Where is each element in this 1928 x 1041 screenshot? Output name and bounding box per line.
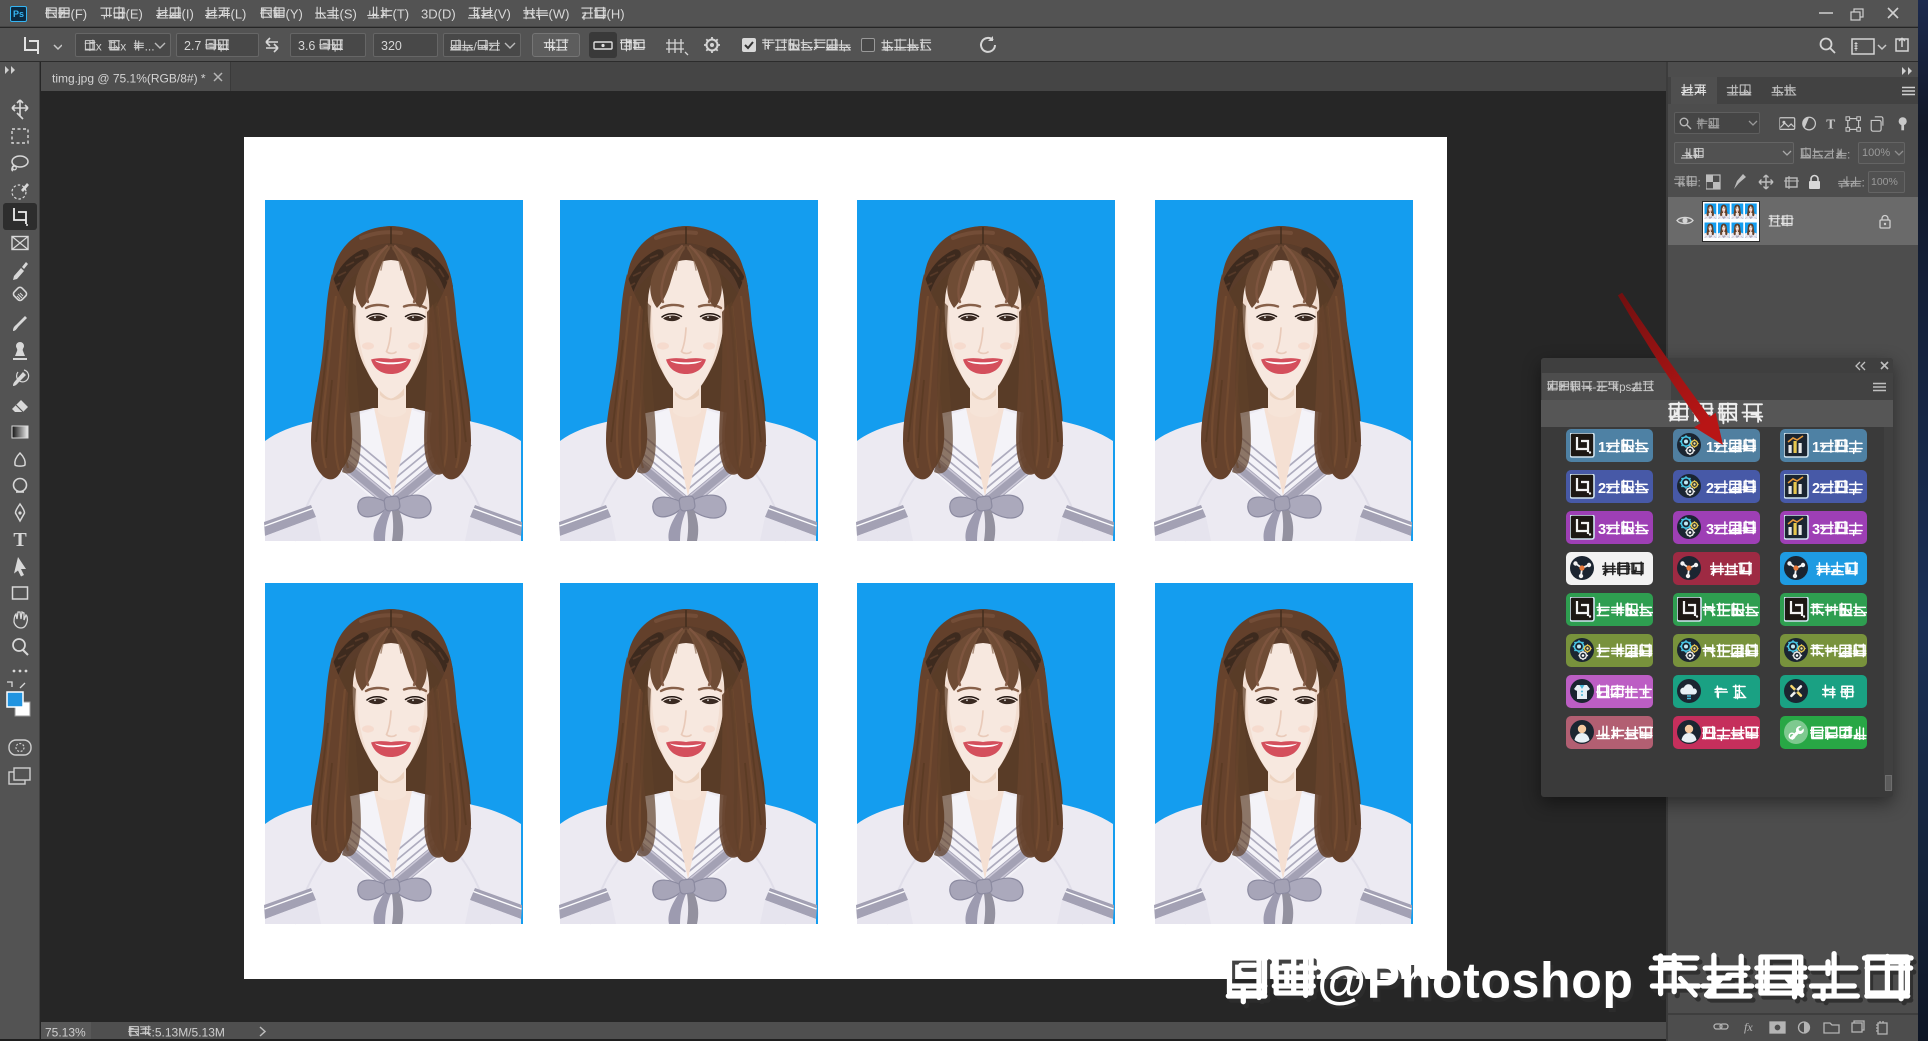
svg-text:3: 3 xyxy=(1598,522,1606,537)
svg-text:-: - xyxy=(1593,381,1597,393)
svg-text:timg.jpg @ 75.1%(RGB/8#) *: timg.jpg @ 75.1%(RGB/8#) * xyxy=(52,71,206,85)
svg-text:x: x xyxy=(120,39,126,53)
svg-text:/: / xyxy=(474,39,478,53)
svg-text:(W): (W) xyxy=(549,6,570,21)
svg-text:T: T xyxy=(13,529,27,551)
svg-text:2: 2 xyxy=(1598,481,1606,496)
svg-text:3: 3 xyxy=(1812,522,1820,537)
svg-text:(H): (H) xyxy=(607,6,625,21)
svg-text:1: 1 xyxy=(1812,440,1820,455)
svg-text::: : xyxy=(1847,147,1850,161)
svg-text:3.6: 3.6 xyxy=(298,39,315,53)
svg-text:3: 3 xyxy=(1706,522,1714,537)
svg-text:320: 320 xyxy=(381,39,402,53)
svg-text:(Y): (Y) xyxy=(286,6,303,21)
svg-text:2: 2 xyxy=(1812,481,1820,496)
svg-text:(E): (E) xyxy=(126,6,143,21)
svg-text:@Photoshop: @Photoshop xyxy=(1317,953,1633,1009)
svg-text:T: T xyxy=(1826,117,1835,132)
svg-text:2.7: 2.7 xyxy=(184,39,201,53)
svg-text:(F): (F) xyxy=(71,6,88,21)
svg-text:(L): (L) xyxy=(231,6,247,21)
svg-text::: : xyxy=(1862,175,1865,189)
svg-text:(V): (V) xyxy=(494,6,511,21)
svg-text:75.13%: 75.13% xyxy=(45,1025,86,1039)
svg-text:(I): (I) xyxy=(182,6,194,21)
svg-text:x: x xyxy=(96,39,102,53)
svg-text:3D(D): 3D(D) xyxy=(421,6,456,21)
svg-text:(T): (T) xyxy=(393,6,410,21)
svg-text:(S): (S) xyxy=(340,6,357,21)
svg-text::5.13M/5.13M: :5.13M/5.13M xyxy=(152,1025,225,1039)
svg-text:2: 2 xyxy=(1706,481,1714,496)
svg-text:...: ... xyxy=(145,39,155,53)
svg-text::: : xyxy=(1698,175,1701,189)
svg-text:fx: fx xyxy=(1744,1020,1753,1034)
